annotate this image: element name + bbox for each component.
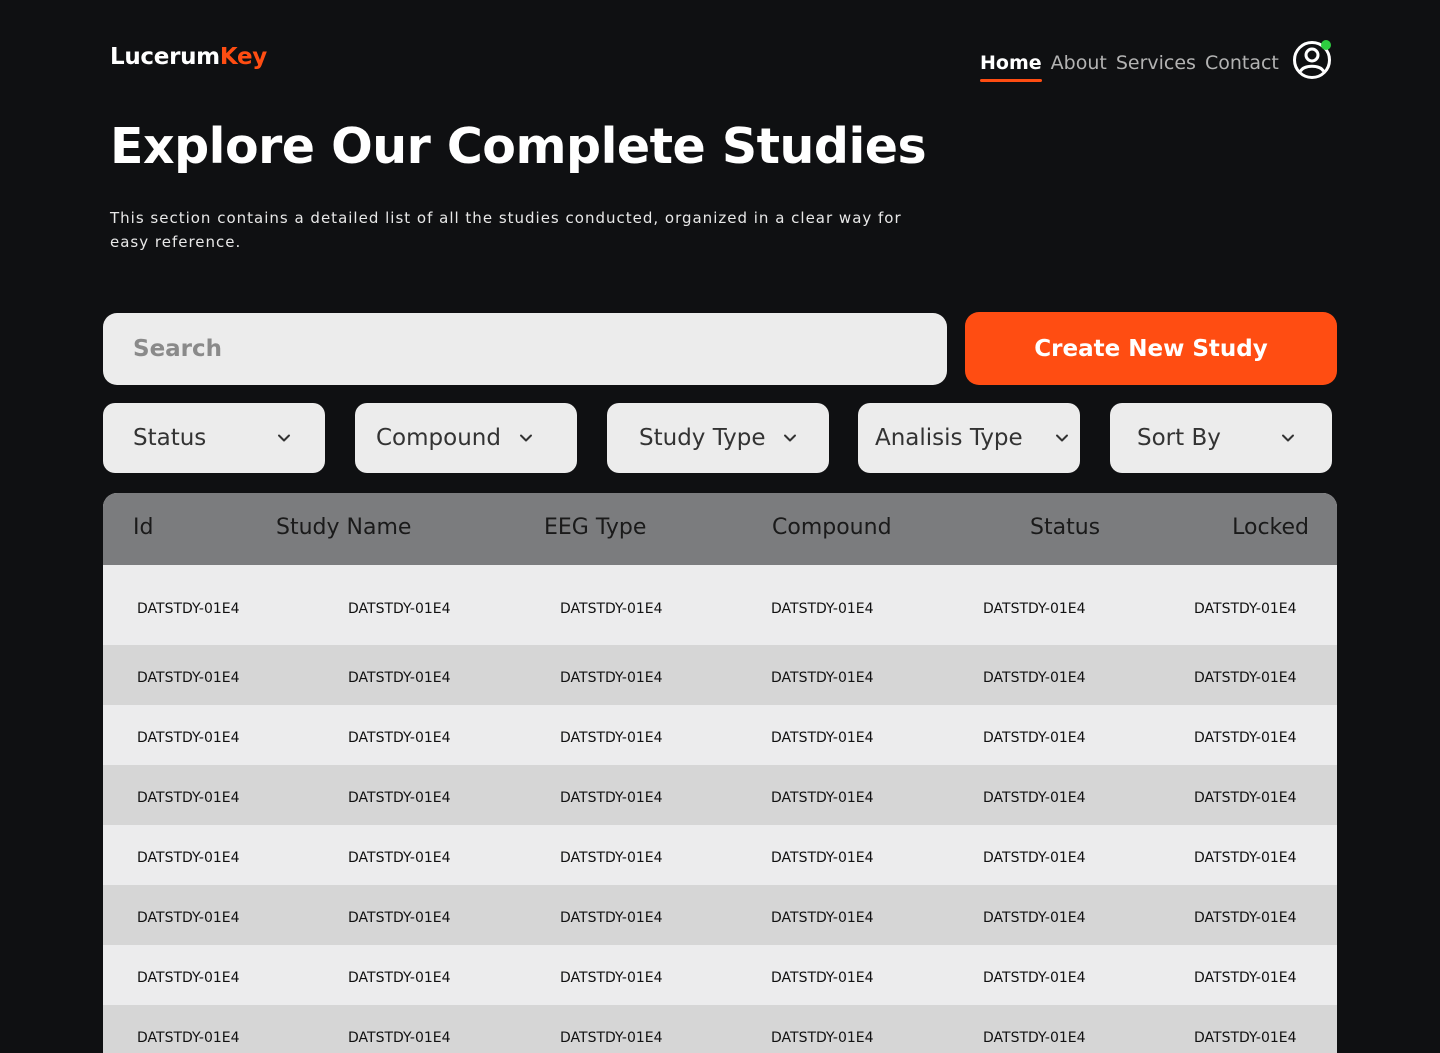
nav-contact[interactable]: Contact <box>1205 52 1279 74</box>
table-cell: DATSTDY-01E4 <box>771 910 874 926</box>
table-cell: DATSTDY-01E4 <box>771 1030 874 1046</box>
create-new-study-button[interactable]: Create New Study <box>965 312 1337 385</box>
online-status-dot <box>1321 40 1331 50</box>
table-cell: DATSTDY-01E4 <box>137 601 240 617</box>
status-filter-label: Status <box>133 425 207 451</box>
table-cell: DATSTDY-01E4 <box>348 790 451 806</box>
table-row[interactable]: DATSTDY-01E4 DATSTDY-01E4 DATSTDY-01E4 DATS… <box>103 565 1337 645</box>
column-header-compound[interactable]: Compound <box>772 515 892 540</box>
studies-table: Id Study Name EEG Type Compound Status L… <box>103 493 1337 1053</box>
study-type-filter-label: Study Type <box>639 425 766 451</box>
table-cell: DATSTDY-01E4 <box>560 850 663 866</box>
search-input[interactable] <box>103 313 947 385</box>
table-cell: DATSTDY-01E4 <box>1194 670 1297 686</box>
chevron-down-icon <box>278 434 290 442</box>
table-cell: DATSTDY-01E4 <box>137 850 240 866</box>
table-cell: DATSTDY-01E4 <box>348 601 451 617</box>
brand-name-part1: Lucerum <box>110 44 220 70</box>
user-circle-icon <box>1293 40 1331 79</box>
table-cell: DATSTDY-01E4 <box>560 670 663 686</box>
table-cell: DATSTDY-01E4 <box>137 910 240 926</box>
table-cell: DATSTDY-01E4 <box>560 970 663 986</box>
table-cell: DATSTDY-01E4 <box>771 790 874 806</box>
table-cell: DATSTDY-01E4 <box>348 670 451 686</box>
table-cell: DATSTDY-01E4 <box>1194 601 1297 617</box>
table-cell: DATSTDY-01E4 <box>983 730 1086 746</box>
study-type-filter-dropdown[interactable]: Study Type <box>607 403 829 473</box>
table-body: DATSTDY-01E4 DATSTDY-01E4 DATSTDY-01E4 DATS… <box>103 565 1337 1053</box>
table-cell: DATSTDY-01E4 <box>983 790 1086 806</box>
table-cell: DATSTDY-01E4 <box>560 730 663 746</box>
table-cell: DATSTDY-01E4 <box>137 670 240 686</box>
table-row[interactable]: DATSTDY-01E4 DATSTDY-01E4 DATSTDY-01E4 DATS… <box>103 885 1337 945</box>
nav-about[interactable]: About <box>1051 52 1107 74</box>
table-cell: DATSTDY-01E4 <box>771 601 874 617</box>
table-cell: DATSTDY-01E4 <box>560 910 663 926</box>
table-row[interactable]: DATSTDY-01E4 DATSTDY-01E4 DATSTDY-01E4 DATS… <box>103 825 1337 885</box>
table-cell: DATSTDY-01E4 <box>137 970 240 986</box>
main-nav: Home About Services Contact <box>980 52 1279 82</box>
table-cell: DATSTDY-01E4 <box>348 1030 451 1046</box>
column-header-locked[interactable]: Locked <box>1232 515 1309 540</box>
page-description: This section contains a detailed list of… <box>110 209 902 251</box>
chevron-down-icon <box>520 434 532 442</box>
table-cell: DATSTDY-01E4 <box>983 850 1086 866</box>
table-cell: DATSTDY-01E4 <box>137 790 240 806</box>
table-cell: DATSTDY-01E4 <box>983 601 1086 617</box>
table-row[interactable]: DATSTDY-01E4 DATSTDY-01E4 DATSTDY-01E4 DATS… <box>103 645 1337 705</box>
table-cell: DATSTDY-01E4 <box>1194 850 1297 866</box>
column-header-status[interactable]: Status <box>1030 515 1100 540</box>
status-filter-dropdown[interactable]: Status <box>103 403 325 473</box>
analisis-type-filter-label: Analisis Type <box>875 425 1023 451</box>
sort-by-label: Sort By <box>1137 425 1221 451</box>
table-cell: DATSTDY-01E4 <box>1194 910 1297 926</box>
table-cell: DATSTDY-01E4 <box>983 670 1086 686</box>
table-header: Id Study Name EEG Type Compound Status L… <box>103 493 1337 565</box>
chevron-down-icon <box>1282 434 1294 442</box>
table-cell: DATSTDY-01E4 <box>560 1030 663 1046</box>
table-cell: DATSTDY-01E4 <box>1194 730 1297 746</box>
table-row[interactable]: DATSTDY-01E4 DATSTDY-01E4 DATSTDY-01E4 DATS… <box>103 705 1337 765</box>
table-cell: DATSTDY-01E4 <box>348 970 451 986</box>
column-header-study-name[interactable]: Study Name <box>276 515 411 540</box>
table-row[interactable]: DATSTDY-01E4 DATSTDY-01E4 DATSTDY-01E4 DATS… <box>103 765 1337 825</box>
table-cell: DATSTDY-01E4 <box>983 970 1086 986</box>
table-cell: DATSTDY-01E4 <box>348 850 451 866</box>
table-cell: DATSTDY-01E4 <box>348 910 451 926</box>
table-cell: DATSTDY-01E4 <box>983 910 1086 926</box>
compound-filter-label: Compound <box>376 425 501 451</box>
page-title: Explore Our Complete Studies <box>110 118 927 175</box>
table-cell: DATSTDY-01E4 <box>560 790 663 806</box>
column-header-id[interactable]: Id <box>133 515 153 540</box>
nav-home[interactable]: Home <box>980 52 1042 82</box>
table-cell: DATSTDY-01E4 <box>560 601 663 617</box>
table-row[interactable]: DATSTDY-01E4 DATSTDY-01E4 DATSTDY-01E4 DATS… <box>103 1005 1337 1053</box>
table-cell: DATSTDY-01E4 <box>983 1030 1086 1046</box>
chevron-down-icon <box>1056 434 1068 442</box>
table-cell: DATSTDY-01E4 <box>771 850 874 866</box>
table-cell: DATSTDY-01E4 <box>137 730 240 746</box>
brand-logo[interactable]: LucerumKey <box>110 44 267 70</box>
table-cell: DATSTDY-01E4 <box>137 1030 240 1046</box>
table-cell: DATSTDY-01E4 <box>771 730 874 746</box>
chevron-down-icon <box>784 434 796 442</box>
table-row[interactable]: DATSTDY-01E4 DATSTDY-01E4 DATSTDY-01E4 DATS… <box>103 945 1337 1005</box>
nav-services[interactable]: Services <box>1116 52 1196 74</box>
sort-by-dropdown[interactable]: Sort By <box>1110 403 1332 473</box>
table-cell: DATSTDY-01E4 <box>771 970 874 986</box>
column-header-eeg-type[interactable]: EEG Type <box>544 515 646 540</box>
user-avatar-button[interactable] <box>1292 39 1332 79</box>
analisis-type-filter-dropdown[interactable]: Analisis Type <box>858 403 1080 473</box>
table-cell: DATSTDY-01E4 <box>1194 970 1297 986</box>
compound-filter-dropdown[interactable]: Compound <box>355 403 577 473</box>
brand-name-part2: Key <box>219 44 267 70</box>
table-cell: DATSTDY-01E4 <box>348 730 451 746</box>
table-cell: DATSTDY-01E4 <box>771 670 874 686</box>
table-cell: DATSTDY-01E4 <box>1194 1030 1297 1046</box>
table-cell: DATSTDY-01E4 <box>1194 790 1297 806</box>
